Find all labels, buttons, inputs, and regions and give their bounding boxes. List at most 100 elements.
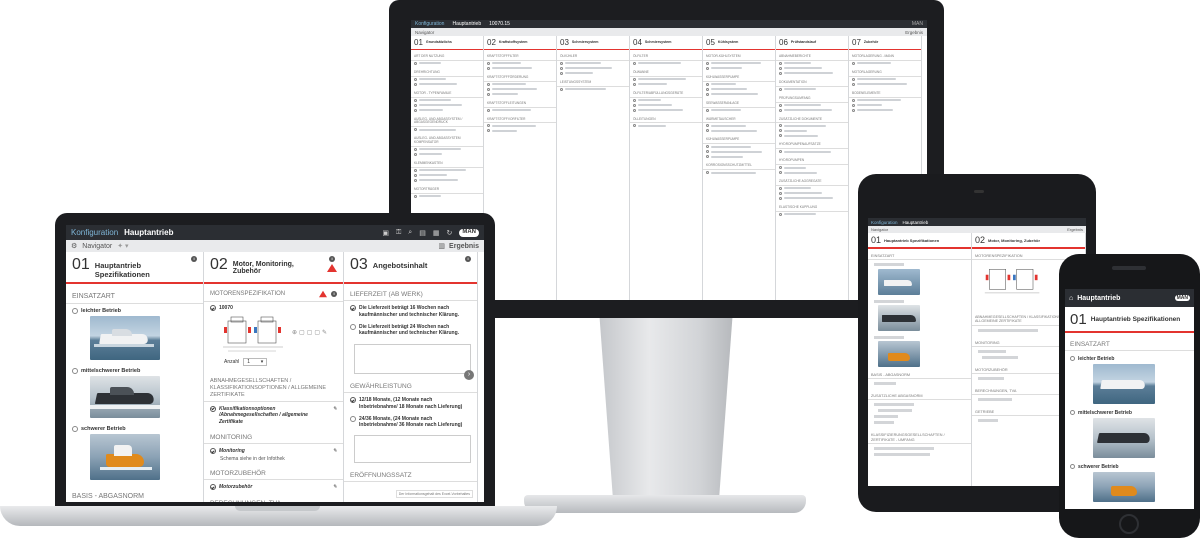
ergebnis[interactable]: Ergebnis bbox=[1067, 227, 1083, 232]
tab-hauptantrieb[interactable]: Hauptantrieb bbox=[903, 220, 929, 225]
check-icon[interactable] bbox=[210, 305, 216, 311]
check-icon[interactable] bbox=[210, 405, 216, 412]
radio-button[interactable] bbox=[414, 98, 417, 102]
check-icon[interactable] bbox=[210, 484, 216, 491]
option-row[interactable] bbox=[703, 170, 775, 175]
radio-button[interactable] bbox=[72, 426, 78, 432]
lock-icon[interactable]: ⚿ bbox=[396, 229, 401, 237]
option-monitoring[interactable]: Monitoring ✎ bbox=[204, 444, 343, 455]
radio-button[interactable] bbox=[852, 77, 855, 81]
option-lieferzeit-24[interactable]: Die Lieferzeit beträgt 24 Wochen nach ka… bbox=[344, 320, 477, 339]
option-motor[interactable]: 10070 bbox=[204, 302, 343, 312]
radio-button[interactable] bbox=[414, 61, 417, 65]
radio-button[interactable] bbox=[414, 82, 417, 86]
radio-button[interactable] bbox=[852, 98, 855, 102]
radio-button[interactable] bbox=[414, 128, 417, 132]
radio-button[interactable] bbox=[706, 108, 709, 112]
option-lieferzeit-16[interactable]: Die Lieferzeit beträgt 16 Wochen nach ka… bbox=[344, 301, 477, 320]
option-leichter-betrieb[interactable]: leichter Betrieb bbox=[66, 304, 203, 316]
radio-button[interactable] bbox=[779, 134, 782, 138]
radio-button[interactable] bbox=[706, 92, 709, 96]
radio-button[interactable] bbox=[487, 108, 490, 112]
list-icon[interactable]: ▥ bbox=[438, 242, 445, 250]
anzahl-select[interactable]: 1 ▾ bbox=[243, 358, 268, 366]
radio-button[interactable] bbox=[633, 82, 636, 86]
tab-hauptantrieb[interactable]: Hauptantrieb bbox=[452, 21, 481, 27]
check-icon[interactable] bbox=[350, 305, 356, 311]
info-icon[interactable]: i bbox=[331, 291, 337, 297]
radio-button[interactable] bbox=[852, 61, 855, 65]
radio-button[interactable] bbox=[706, 171, 709, 175]
radio-button[interactable] bbox=[779, 186, 782, 190]
radio-button[interactable] bbox=[779, 66, 782, 70]
radio-button[interactable] bbox=[350, 323, 356, 330]
radio-button[interactable] bbox=[487, 92, 490, 96]
ergebnis[interactable]: Ergebnis bbox=[449, 243, 479, 250]
radio-button[interactable] bbox=[633, 98, 636, 102]
gear-icon[interactable]: ⚙ bbox=[71, 242, 77, 250]
pencil-icon[interactable]: ✎ bbox=[322, 329, 327, 336]
doc-icon[interactable]: ▢ bbox=[299, 329, 305, 336]
radio-button[interactable] bbox=[706, 124, 709, 128]
radio-button[interactable] bbox=[779, 71, 782, 75]
navigator[interactable]: Navigator bbox=[871, 227, 888, 232]
option-mittelschwerer-betrieb[interactable]: mittelschwerer Betrieb bbox=[1065, 404, 1194, 418]
search-icon[interactable]: ⌕ bbox=[408, 229, 412, 237]
radio-button[interactable] bbox=[706, 129, 709, 133]
radio-button[interactable] bbox=[633, 108, 636, 112]
next-arrow-icon[interactable]: › bbox=[464, 370, 474, 380]
info-icon[interactable]: i bbox=[329, 256, 335, 262]
radio-button[interactable] bbox=[706, 87, 709, 91]
tab-hauptantrieb[interactable]: Hauptantrieb bbox=[124, 228, 173, 237]
pin-icon[interactable]: ✦ ▾ bbox=[117, 242, 128, 250]
option-klassifikation[interactable]: Klassifikationsoptionen /Abnahmegesellsc… bbox=[204, 402, 343, 427]
option-motorzubehoer[interactable]: Motorzubehör ✎ bbox=[204, 480, 343, 491]
tab-konfiguration[interactable]: Konfiguration bbox=[415, 21, 444, 27]
radio-button[interactable] bbox=[706, 155, 709, 159]
option-mittelschwerer-betrieb[interactable]: mittelschwerer Betrieb bbox=[66, 360, 203, 376]
radio-button[interactable] bbox=[779, 129, 782, 133]
option-schwerer-betrieb[interactable]: schwerer Betrieb bbox=[66, 418, 203, 434]
option-row[interactable] bbox=[630, 123, 702, 128]
tab-konfiguration[interactable]: Konfiguration bbox=[871, 220, 898, 225]
ergebnis[interactable]: Ergebnis bbox=[905, 30, 923, 35]
option-schwerer-betrieb[interactable]: schwerer Betrieb bbox=[1065, 458, 1194, 472]
radio-button[interactable] bbox=[779, 108, 782, 112]
doc-icon[interactable]: ▢ bbox=[307, 329, 313, 336]
radio-button[interactable] bbox=[350, 415, 356, 422]
check-icon[interactable] bbox=[210, 448, 216, 455]
radio-button[interactable] bbox=[560, 61, 563, 65]
option-gewaehrleistung-24[interactable]: 24/36 Monate, (24 Monate nach Inbetriebn… bbox=[344, 412, 477, 431]
radio-button[interactable] bbox=[706, 61, 709, 65]
radio-button[interactable] bbox=[633, 77, 636, 81]
radio-button[interactable] bbox=[414, 108, 417, 112]
radio-button[interactable] bbox=[487, 66, 490, 70]
option-row[interactable] bbox=[484, 128, 556, 133]
radio-button[interactable] bbox=[1070, 464, 1075, 469]
radio-button[interactable] bbox=[414, 103, 417, 107]
radio-button[interactable] bbox=[779, 124, 782, 128]
radio-button[interactable] bbox=[414, 152, 417, 156]
radio-button[interactable] bbox=[560, 66, 563, 70]
navigator[interactable]: Navigator bbox=[415, 30, 434, 35]
option-row[interactable] bbox=[776, 212, 848, 217]
radio-button[interactable] bbox=[487, 61, 490, 65]
radio-button[interactable] bbox=[706, 145, 709, 149]
radio-button[interactable] bbox=[1070, 356, 1075, 361]
doc-icon[interactable]: ▢ bbox=[314, 329, 320, 336]
lieferzeit-textarea[interactable] bbox=[354, 344, 471, 374]
radio-button[interactable] bbox=[414, 147, 417, 151]
gewaehrleistung-textarea[interactable] bbox=[354, 435, 471, 463]
radio-button[interactable] bbox=[779, 171, 782, 175]
home-icon[interactable]: ⌂ bbox=[1069, 295, 1073, 302]
radio-button[interactable] bbox=[414, 194, 417, 198]
radio-button[interactable] bbox=[706, 82, 709, 86]
radio-button[interactable] bbox=[414, 173, 417, 177]
radio-button[interactable] bbox=[72, 308, 78, 314]
tab-konfiguration[interactable]: Konfiguration bbox=[71, 228, 118, 237]
radio-button[interactable] bbox=[414, 77, 417, 81]
cube-icon[interactable]: ▣ bbox=[382, 229, 389, 237]
info-icon[interactable]: i bbox=[191, 256, 197, 262]
radio-button[interactable] bbox=[72, 368, 78, 374]
pencil-icon[interactable]: ✎ bbox=[333, 448, 337, 454]
